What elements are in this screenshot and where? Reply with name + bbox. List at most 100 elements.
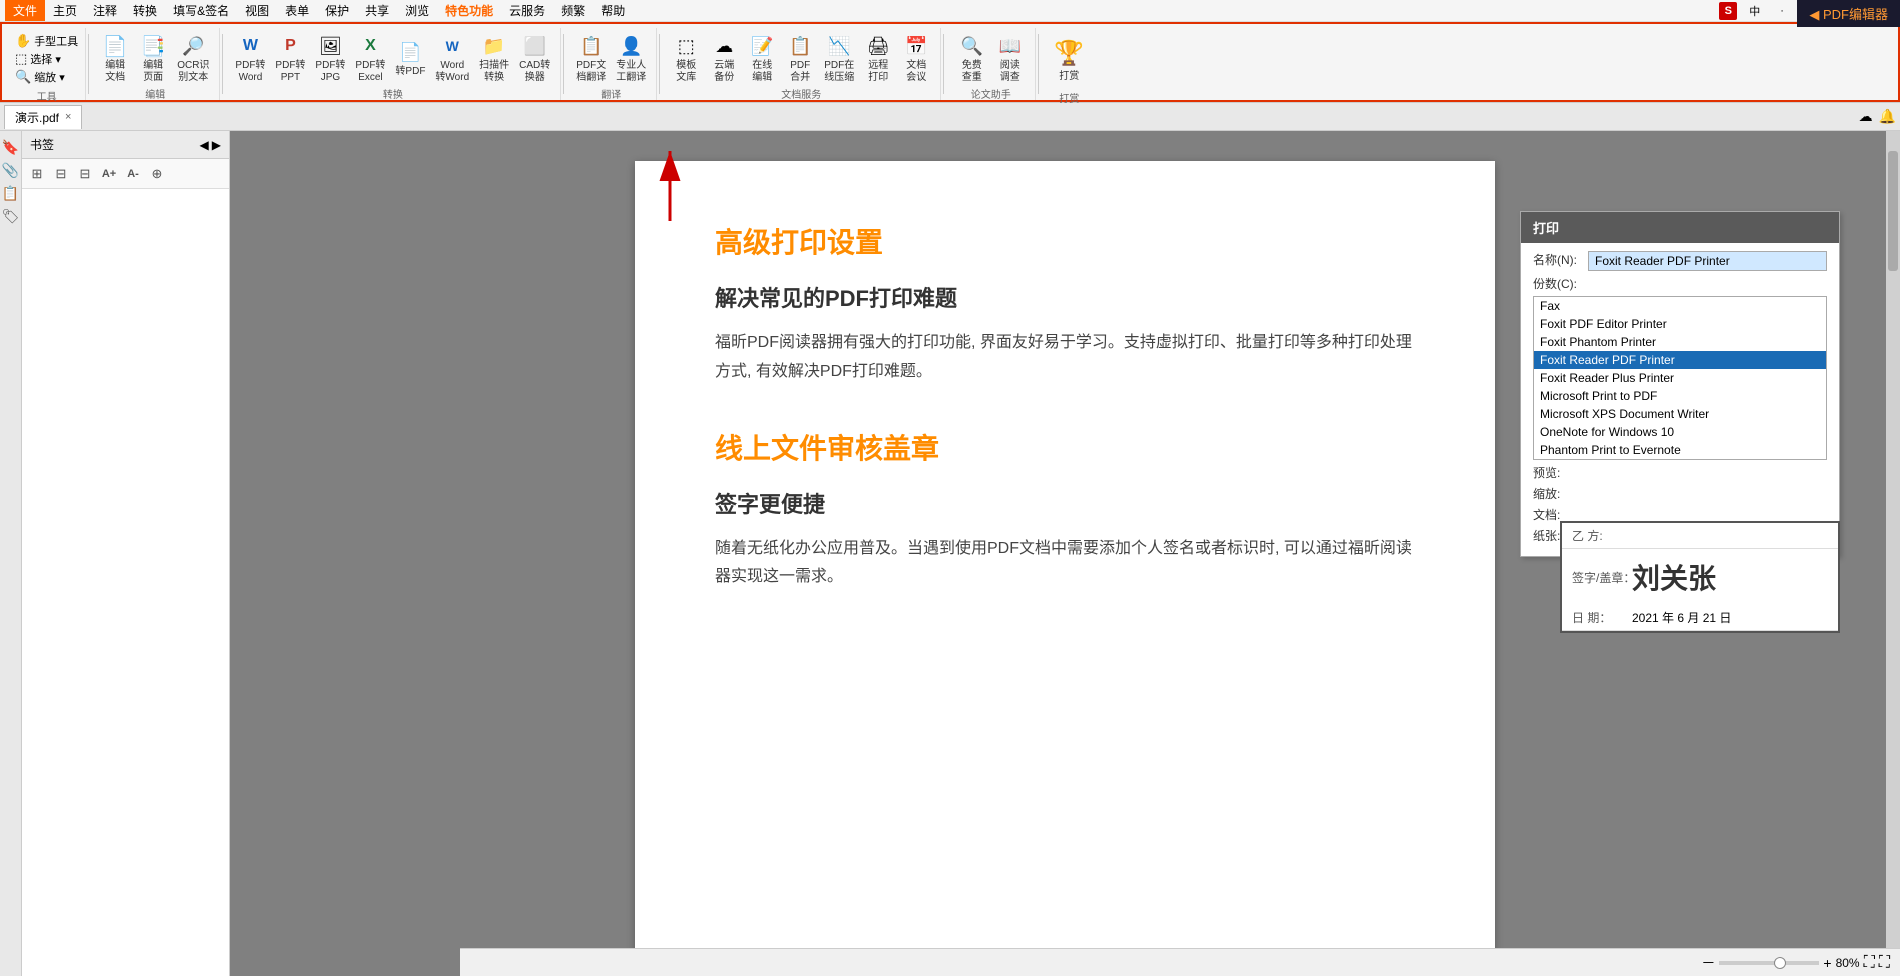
menu-item-comment[interactable]: 注释 xyxy=(85,0,125,21)
word-to-pdf-label: Word转Word xyxy=(435,60,469,84)
ocr-btn[interactable]: 🔎 OCR识别文本 xyxy=(173,30,213,86)
printer-phantom-evernote[interactable]: Phantom Print to Evernote xyxy=(1534,441,1826,459)
edit-page-btn[interactable]: 📑 编辑页面 xyxy=(135,30,171,86)
print-name-input[interactable]: Foxit Reader PDF Printer xyxy=(1588,251,1827,271)
pdf-to-word-label: PDF转Word xyxy=(235,60,265,84)
edit-doc-icon: 📄 xyxy=(101,32,129,60)
hand-tool-btn[interactable]: ✋ 手型工具 xyxy=(12,32,81,50)
menu-item-cloud[interactable]: 云服务 xyxy=(501,0,553,21)
tab-close-btn[interactable]: × xyxy=(65,111,71,123)
menu-item-file[interactable]: 文件 xyxy=(5,0,45,21)
sidebar-toolbar: ⊞ ⊟ ⊟ A+ A- ⊕ xyxy=(22,159,229,189)
printer-foxit-phantom[interactable]: Foxit Phantom Printer xyxy=(1534,333,1826,351)
to-pdf-icon: 📄 xyxy=(396,38,424,66)
sig-party-row: 乙 方: xyxy=(1562,523,1838,549)
cloud-backup-btn[interactable]: ☁ 云端备份 xyxy=(706,30,742,86)
word-to-pdf-icon: W xyxy=(438,32,466,60)
bookmark-content xyxy=(22,189,229,976)
pdf-translate-btn[interactable]: 📋 PDF文档翻译 xyxy=(572,30,610,86)
printer-foxit-reader-plus[interactable]: Foxit Reader Plus Printer xyxy=(1534,369,1826,387)
divider-3 xyxy=(563,34,564,94)
printer-foxit-reader[interactable]: Foxit Reader PDF Printer xyxy=(1534,351,1826,369)
zoom-thumb[interactable] xyxy=(1774,957,1786,969)
sig-name-value: 刘关张 xyxy=(1632,557,1716,597)
panel-icon-attach[interactable]: 📎 xyxy=(2,162,19,179)
reward-label: 打赏 xyxy=(1059,70,1079,83)
menu-item-home[interactable]: 主页 xyxy=(45,0,85,21)
cad-btn[interactable]: ⬜ CAD转换器 xyxy=(515,30,554,86)
pdf-editor-btn[interactable]: ◀ PDF编辑器 xyxy=(1797,0,1900,27)
panel-icon-layers[interactable]: 📋 xyxy=(2,185,19,202)
pdf-to-word-btn[interactable]: W PDF转Word xyxy=(231,30,269,86)
zoom-tool-btn[interactable]: 🔍 缩放 ▾ xyxy=(12,68,81,86)
menu-item-fill-sign[interactable]: 填写&签名 xyxy=(165,0,237,21)
reward-btn[interactable]: 🏆 打赏 xyxy=(1047,30,1091,90)
scan-convert-btn[interactable]: 📁 扫描件转换 xyxy=(475,30,513,86)
sidebar-add-btn[interactable]: ⊞ xyxy=(26,163,48,185)
right-scrollbar[interactable] xyxy=(1886,131,1900,976)
zoom-minus-btn[interactable]: － xyxy=(1701,953,1715,973)
menu-item-browse[interactable]: 浏览 xyxy=(397,0,437,21)
sidebar-font-up-btn[interactable]: A+ xyxy=(98,163,120,185)
reading-survey-btn[interactable]: 📖 阅读调查 xyxy=(992,30,1028,86)
pro-translate-btn[interactable]: 👤 专业人工翻译 xyxy=(612,30,650,86)
compress-label: PDF在线压缩 xyxy=(824,60,854,84)
select-tool-btn[interactable]: ⬚ 选择 ▾ xyxy=(12,50,81,68)
pdf-editor-arrow: ◀ xyxy=(1809,7,1823,22)
fullscreen-btn[interactable]: ⛶ xyxy=(1879,954,1890,972)
pdf-compress-btn[interactable]: 📉 PDF在线压缩 xyxy=(820,30,858,86)
to-pdf-btn[interactable]: 📄 转PDF xyxy=(391,36,429,80)
doc-meeting-btn[interactable]: 📅 文档会议 xyxy=(898,30,934,86)
menu-item-help[interactable]: 帮助 xyxy=(593,0,633,21)
printer-ms-xps[interactable]: Microsoft XPS Document Writer xyxy=(1534,405,1826,423)
menu-item-special[interactable]: 特色功能 xyxy=(437,0,501,21)
printer-foxit-editor[interactable]: Foxit PDF Editor Printer xyxy=(1534,315,1826,333)
menu-item-share[interactable]: 共享 xyxy=(357,0,397,21)
section-2-body: 随着无纸化办公应用普及。当遇到使用PDF文档中需要添加个人签名或者标识时, 可以… xyxy=(715,535,1415,593)
pdf-merge-btn[interactable]: 📋 PDF合并 xyxy=(782,30,818,86)
doc-service-group: ⬚ 模板文库 ☁ 云端备份 📝 在线编辑 📋 PDF合并 xyxy=(662,28,941,100)
printer-fax[interactable]: Fax xyxy=(1534,297,1826,315)
zoom-slider[interactable] xyxy=(1719,961,1819,965)
pdf-to-excel-btn[interactable]: X PDF转Excel xyxy=(351,30,389,86)
printer-onenote[interactable]: OneNote for Windows 10 xyxy=(1534,423,1826,441)
pdf-to-excel-icon: X xyxy=(356,32,384,60)
menu-item-convert[interactable]: 转换 xyxy=(125,0,165,21)
remote-print-btn[interactable]: 🖨 远程打印 xyxy=(860,30,896,86)
zoom-value: 80% xyxy=(1836,956,1860,970)
zoom-tool-label: 缩放 ▾ xyxy=(34,69,65,85)
fit-page-btn[interactable]: ⛶ xyxy=(1864,954,1875,972)
template-btn[interactable]: ⬚ 模板文库 xyxy=(668,30,704,86)
plagiarism-btn[interactable]: 🔍 免费查重 xyxy=(954,30,990,86)
tool-group: ✋ 手型工具 ⬚ 选择 ▾ 🔍 缩放 ▾ 工具 xyxy=(8,28,86,100)
word-to-pdf-btn[interactable]: W Word转Word xyxy=(431,30,473,86)
hand-icon: ✋ xyxy=(15,33,31,49)
sidebar-nav-prev[interactable]: ◀ xyxy=(200,138,209,152)
sogou-lang-btn[interactable]: 中 xyxy=(1741,1,1768,21)
menu-item-protect[interactable]: 保护 xyxy=(317,0,357,21)
sidebar-font-down-btn[interactable]: A- xyxy=(122,163,144,185)
online-edit-btn[interactable]: 📝 在线编辑 xyxy=(744,30,780,86)
tab-demo-pdf[interactable]: 演示.pdf × xyxy=(4,105,82,129)
print-name-row: 名称(N): Foxit Reader PDF Printer xyxy=(1533,251,1827,271)
sidebar-sub-btn[interactable]: ⊟ xyxy=(74,163,96,185)
panel-icon-bookmark[interactable]: 🔖 xyxy=(2,139,19,156)
sidebar-zoom-btn[interactable]: ⊕ xyxy=(146,163,168,185)
menu-item-form[interactable]: 表单 xyxy=(277,0,317,21)
printer-list: Fax Foxit PDF Editor Printer Foxit Phant… xyxy=(1533,296,1827,460)
printer-ms-pdf[interactable]: Microsoft Print to PDF xyxy=(1534,387,1826,405)
reading-icon: 📖 xyxy=(996,32,1024,60)
sidebar-remove-btn[interactable]: ⊟ xyxy=(50,163,72,185)
plagiarism-icon: 🔍 xyxy=(958,32,986,60)
sidebar-nav-next[interactable]: ▶ xyxy=(212,138,221,152)
scrollbar-thumb[interactable] xyxy=(1888,151,1898,271)
menu-item-view[interactable]: 视图 xyxy=(237,0,277,21)
panel-icon-tag[interactable]: 🏷 xyxy=(2,208,20,225)
section-1-subtitle: 解决常见的PDF打印难题 xyxy=(715,281,1415,313)
pdf-to-ppt-btn[interactable]: P PDF转PPT xyxy=(271,30,309,86)
ai-tools-row: 🔍 免费查重 📖 阅读调查 xyxy=(954,30,1028,86)
zoom-plus-btn[interactable]: + xyxy=(1823,955,1831,971)
pdf-to-jpg-btn[interactable]: 🖼 PDF转JPG xyxy=(311,30,349,86)
edit-doc-btn[interactable]: 📄 编辑文档 xyxy=(97,30,133,86)
menu-item-frequent[interactable]: 频繁 xyxy=(553,0,593,21)
